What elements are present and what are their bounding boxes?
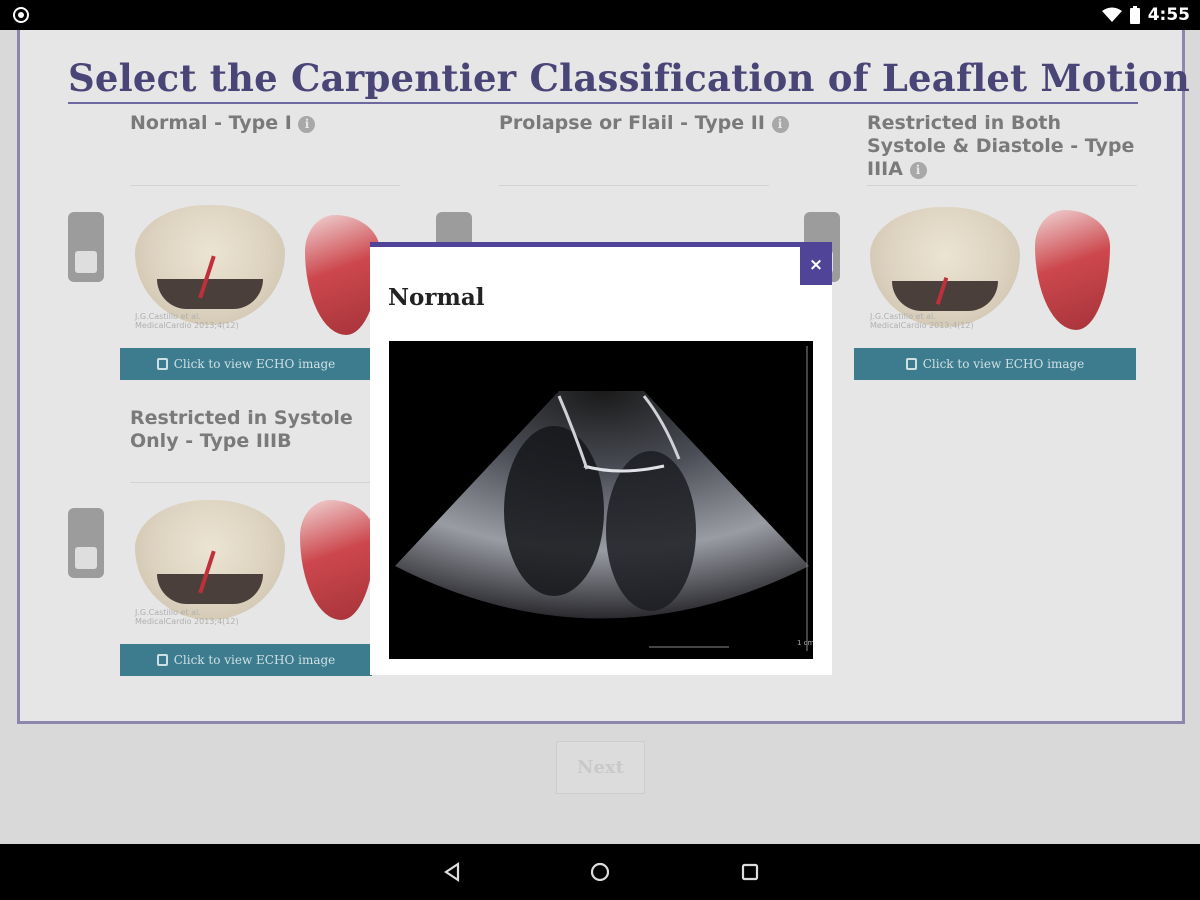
system-nav-bar (0, 844, 1200, 900)
modal-title: Normal (388, 284, 485, 311)
echo-ultrasound-graphic: 1 cm (395, 346, 813, 651)
page-title: Select the Carpentier Classification of … (68, 56, 1190, 100)
option-label-text: Restricted in Both Systole & Diastole - … (867, 112, 1135, 180)
option-label-text: Prolapse or Flail - Type II (499, 112, 765, 134)
valve-illustration (135, 500, 285, 620)
notification-target-icon (13, 7, 29, 23)
view-echo-button-type-iiia[interactable]: Click to view ECHO image (854, 348, 1136, 380)
film-icon (156, 654, 168, 666)
valve-illustration (870, 207, 1020, 327)
echo-button-label: Click to view ECHO image (922, 357, 1085, 371)
heart-illustration (305, 215, 380, 335)
clock: 4:55 (1147, 5, 1190, 25)
image-credit: J.G.Castillo et al. MedicalCardio 2013;4… (870, 312, 974, 330)
option-divider (499, 185, 769, 186)
close-button[interactable]: × (800, 247, 832, 285)
option-label-type-i: Normal - Type I i (130, 112, 410, 135)
option-label-text: Restricted in Systole Only - Type IIIB (130, 407, 353, 452)
status-icons: 4:55 (1101, 0, 1190, 30)
echo-button-label: Click to view ECHO image (173, 357, 336, 371)
info-icon[interactable]: i (298, 116, 316, 133)
heart-illustration (1035, 210, 1110, 330)
echo-image-modal: Normal × 1 cm (370, 242, 832, 675)
option-select-toggle-type-iiib[interactable] (68, 508, 104, 578)
echo-image: 1 cm (389, 341, 813, 659)
image-credit: J.G.Castillo et al. MedicalCardio 2013;4… (135, 608, 239, 626)
image-credit: J.G.Castillo et al. MedicalCardio 2013;4… (135, 312, 239, 330)
info-icon[interactable]: i (909, 162, 927, 179)
heart-illustration (300, 500, 375, 620)
battery-icon (1129, 6, 1140, 24)
wifi-icon (1101, 7, 1122, 22)
option-divider (130, 185, 400, 186)
title-divider (68, 102, 1138, 104)
echo-button-label: Click to view ECHO image (173, 653, 336, 667)
option-label-type-ii: Prolapse or Flail - Type II i (499, 112, 819, 135)
recents-icon[interactable] (738, 860, 762, 884)
view-echo-button-type-i[interactable]: Click to view ECHO image (120, 348, 372, 380)
film-icon (905, 358, 917, 370)
status-bar: 4:55 (0, 0, 1200, 30)
back-icon[interactable] (440, 860, 464, 884)
option-divider (867, 185, 1137, 186)
view-echo-button-type-iiib[interactable]: Click to view ECHO image (120, 644, 372, 676)
valve-illustration (135, 205, 285, 325)
option-label-type-iiia: Restricted in Both Systole & Diastole - … (867, 112, 1137, 181)
scale-label: 1 cm (797, 639, 813, 647)
option-select-toggle-type-i[interactable] (68, 212, 104, 282)
option-divider (130, 482, 380, 483)
film-icon (156, 358, 168, 370)
info-icon[interactable]: i (771, 116, 789, 133)
option-label-type-iiib: Restricted in Systole Only - Type IIIB (130, 407, 375, 455)
home-icon[interactable] (588, 860, 612, 884)
next-button[interactable]: Next (556, 741, 645, 794)
option-label-text: Normal - Type I (130, 112, 292, 134)
